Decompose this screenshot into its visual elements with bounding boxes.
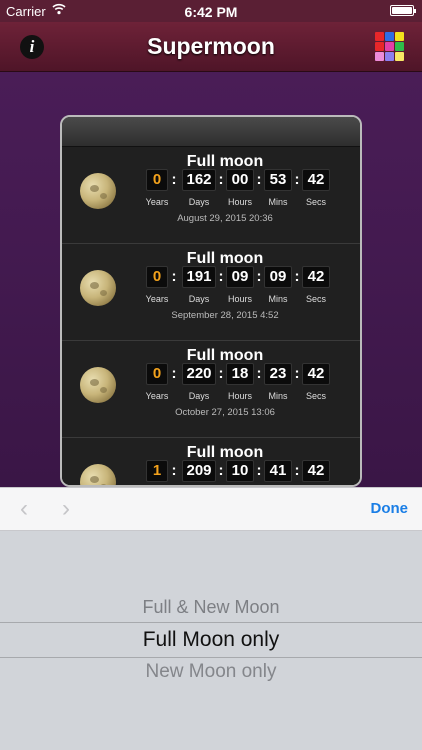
countdown-secs: 42 xyxy=(302,460,330,482)
status-bar: Carrier 6:42 PM xyxy=(0,0,422,22)
countdown-mins: 53 xyxy=(264,169,292,191)
event-row[interactable]: Full moon 0:191:09:09:42 Years Days Hours Min… xyxy=(62,244,360,341)
event-row[interactable]: Full moon 0:162:00:53:42 Years Days Hours Min… xyxy=(62,147,360,244)
unit-labels: Years Days Hours Mins Secs xyxy=(146,294,332,306)
list-header xyxy=(62,117,360,147)
event-date: August 29, 2015 20:36 xyxy=(177,213,273,224)
countdown-years: 0 xyxy=(146,363,168,385)
clock: 6:42 PM xyxy=(184,4,238,20)
page-title: Supermoon xyxy=(147,33,275,59)
countdown-days: 191 xyxy=(182,266,216,288)
nav-bar: i Supermoon xyxy=(0,22,422,72)
countdown-secs: 42 xyxy=(302,363,330,385)
picker-option[interactable]: Full & New Moon xyxy=(0,597,422,618)
countdown-days: 220 xyxy=(182,363,216,385)
countdown-years: 1 xyxy=(146,460,168,482)
chevron-right-icon[interactable]: › xyxy=(62,497,76,521)
unit-label-secs: Secs xyxy=(305,391,326,401)
done-button[interactable]: Done xyxy=(371,500,409,517)
moon-icon xyxy=(80,367,116,403)
event-row[interactable]: Full moon 0:220:18:23:42 Years Days Hours Min… xyxy=(62,341,360,438)
countdown-years: 0 xyxy=(146,266,168,288)
colon-separator: : xyxy=(171,171,177,188)
countdown-mins: 41 xyxy=(264,460,292,482)
countdown: 1:209:10:41:42 xyxy=(146,460,332,482)
countdown-days: 209 xyxy=(182,460,216,482)
colon-separator: : xyxy=(256,462,262,479)
colon-separator: : xyxy=(256,171,262,188)
colon-separator: : xyxy=(294,171,300,188)
colon-separator: : xyxy=(294,365,300,382)
unit-label-mins: Mins xyxy=(268,391,288,401)
countdown-years: 0 xyxy=(146,169,168,191)
countdown-hours: 00 xyxy=(226,169,254,191)
countdown-mins: 09 xyxy=(264,266,292,288)
unit-label-mins: Mins xyxy=(268,197,288,207)
colon-separator: : xyxy=(171,462,177,479)
moon-filter-picker[interactable]: Full & New Moon Full Moon only New Moon … xyxy=(0,531,422,750)
colon-separator: : xyxy=(294,268,300,285)
unit-label-hours: Hours xyxy=(227,391,252,401)
unit-label-hours: Hours xyxy=(227,294,252,304)
unit-labels: Years Days Hours Mins Secs xyxy=(146,197,332,209)
countdown-hours: 10 xyxy=(226,460,254,482)
chevron-left-icon[interactable]: ‹ xyxy=(20,497,34,521)
moon-icon xyxy=(80,464,116,485)
colon-separator: : xyxy=(294,462,300,479)
countdown-mins: 23 xyxy=(264,363,292,385)
unit-label-years: Years xyxy=(145,391,169,401)
countdown-secs: 42 xyxy=(302,266,330,288)
unit-label-days: Days xyxy=(188,391,210,401)
event-date: October 27, 2015 13:06 xyxy=(175,407,275,418)
unit-labels: Years Days Hours Mins Secs xyxy=(146,391,332,403)
event-row[interactable]: Full moon1:209:10:41:42YearsDaysHoursMin… xyxy=(62,438,360,485)
countdown: 0:162:00:53:42 xyxy=(146,169,332,191)
countdown: 0:191:09:09:42 xyxy=(146,266,332,288)
unit-label-secs: Secs xyxy=(305,294,326,304)
colon-separator: : xyxy=(256,268,262,285)
event-list[interactable]: Full moon 0:162:00:53:42 Years Days Hours Min… xyxy=(60,115,362,487)
unit-label-mins: Mins xyxy=(268,294,288,304)
event-date: September 28, 2015 4:52 xyxy=(171,310,279,321)
colon-separator: : xyxy=(256,365,262,382)
colon-separator: : xyxy=(218,462,224,479)
unit-label-days: Days xyxy=(188,294,210,304)
picker-option-selected[interactable]: Full Moon only xyxy=(0,628,422,652)
picker-toolbar: ‹ › Done xyxy=(0,487,422,531)
moon-icon xyxy=(80,270,116,306)
colon-separator: : xyxy=(218,171,224,188)
countdown-hours: 09 xyxy=(226,266,254,288)
colon-separator: : xyxy=(171,365,177,382)
battery-icon xyxy=(390,5,416,16)
picker-option[interactable]: New Moon only xyxy=(0,661,422,683)
grid-menu-icon[interactable] xyxy=(375,32,405,62)
countdown-hours: 18 xyxy=(226,363,254,385)
unit-label-years: Years xyxy=(145,294,169,304)
unit-label-hours: Hours xyxy=(227,197,252,207)
countdown-secs: 42 xyxy=(302,169,330,191)
unit-label-days: Days xyxy=(188,197,210,207)
colon-separator: : xyxy=(171,268,177,285)
moon-icon xyxy=(80,173,116,209)
countdown-days: 162 xyxy=(182,169,216,191)
unit-label-secs: Secs xyxy=(305,197,326,207)
countdown: 0:220:18:23:42 xyxy=(146,363,332,385)
unit-label-years: Years xyxy=(145,197,169,207)
colon-separator: : xyxy=(218,365,224,382)
colon-separator: : xyxy=(218,268,224,285)
